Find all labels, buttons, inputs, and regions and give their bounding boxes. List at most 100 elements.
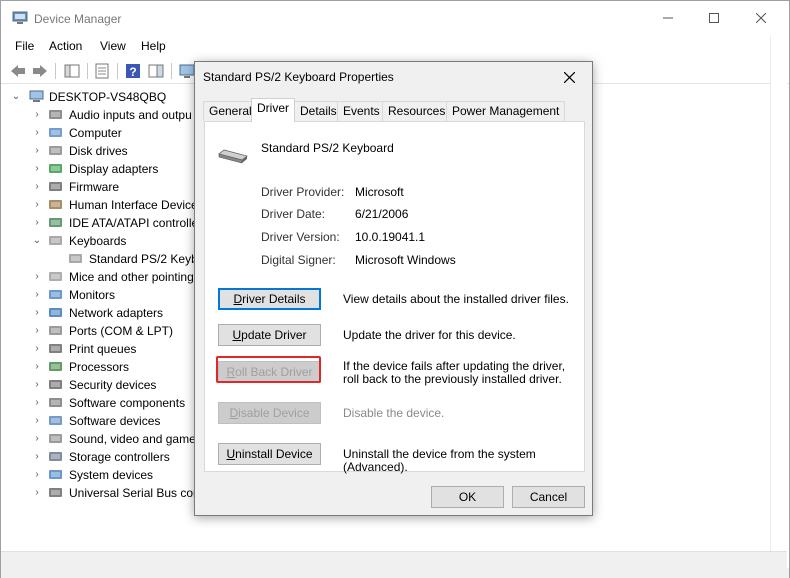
- expand-chevron-icon[interactable]: ›: [32, 181, 42, 193]
- expand-chevron-icon[interactable]: ›: [32, 217, 42, 229]
- tree-category[interactable]: › Audio inputs and outpu: [1, 106, 197, 124]
- update-driver-button[interactable]: Update Driver: [218, 324, 321, 346]
- tree-root[interactable]: ⌄ DESKTOP-VS48QBQ: [1, 88, 201, 106]
- tree-item-label: Print queues: [69, 342, 137, 356]
- expand-chevron-icon[interactable]: ›: [32, 361, 42, 373]
- tree-category[interactable]: › Ports (COM & LPT): [1, 322, 197, 340]
- tree-item-label: Disk drives: [69, 144, 128, 158]
- expand-chevron-icon[interactable]: ›: [32, 415, 42, 427]
- ok-button[interactable]: OK: [431, 486, 504, 508]
- driver-details-button[interactable]: Driver Details: [218, 288, 321, 310]
- tree-category[interactable]: ⌄ Keyboards: [1, 232, 197, 250]
- tree-item-label: Universal Serial Bus cont: [69, 486, 197, 500]
- expand-chevron-icon[interactable]: ›: [32, 127, 42, 139]
- minimize-button[interactable]: [645, 1, 691, 35]
- tree-item-label: Firmware: [69, 180, 119, 194]
- horizontal-scrollbar[interactable]: [1, 551, 787, 568]
- tree-category[interactable]: › Computer: [1, 124, 197, 142]
- expand-chevron-icon[interactable]: ›: [32, 451, 42, 463]
- tree-item-label: Audio inputs and outpu: [69, 108, 192, 122]
- dialog-title: Standard PS/2 Keyboard Properties: [203, 70, 394, 84]
- collapse-chevron-icon[interactable]: ⌄: [32, 235, 42, 247]
- expand-chevron-icon[interactable]: ›: [32, 199, 42, 211]
- tree-category[interactable]: › Human Interface Device: [1, 196, 197, 214]
- software-component-icon: [49, 398, 62, 407]
- tree-category[interactable]: › Display adapters: [1, 160, 197, 178]
- tree-category[interactable]: › Network adapters: [1, 304, 197, 322]
- mouse-icon: [49, 272, 62, 281]
- toolbar-separator: [171, 63, 172, 79]
- hid-icon: [49, 200, 62, 209]
- expand-chevron-icon[interactable]: ›: [32, 271, 42, 283]
- vertical-scrollbar[interactable]: [770, 35, 787, 551]
- sound-icon: [49, 434, 62, 443]
- tab-driver[interactable]: Driver: [251, 98, 295, 122]
- tab-events[interactable]: Events: [337, 101, 386, 121]
- tree-child-item[interactable]: Standard PS/2 Keybo: [1, 250, 197, 268]
- expand-chevron-icon[interactable]: ›: [32, 163, 42, 175]
- tree-item-label: Computer: [69, 126, 122, 140]
- disable-device-button[interactable]: Disable Device: [218, 402, 321, 424]
- tree-item-label: Software devices: [69, 414, 161, 428]
- menu-action[interactable]: Action: [49, 39, 82, 53]
- tree-category[interactable]: › Print queues: [1, 340, 197, 358]
- menu-file[interactable]: File: [15, 39, 34, 53]
- tree-category[interactable]: › Mice and other pointing: [1, 268, 197, 286]
- driver-date-value: 6/21/2006: [355, 207, 409, 221]
- tab-details[interactable]: Details: [294, 101, 343, 121]
- tree-item-label: Human Interface Device: [69, 198, 197, 212]
- show-hide-tree-icon[interactable]: [63, 62, 81, 80]
- tree-category[interactable]: › System devices: [1, 466, 197, 484]
- tab-power-management[interactable]: Power Management: [446, 101, 566, 121]
- tree-category[interactable]: › Security devices: [1, 376, 197, 394]
- menu-view[interactable]: View: [100, 39, 126, 53]
- tree-category[interactable]: › Universal Serial Bus cont: [1, 484, 197, 502]
- maximize-button[interactable]: [691, 1, 737, 35]
- forward-arrow-icon[interactable]: [31, 62, 49, 80]
- collapse-chevron-icon[interactable]: ⌄: [11, 91, 21, 103]
- tree-item-label: Storage controllers: [69, 450, 170, 464]
- dialog-close-button[interactable]: [560, 68, 578, 86]
- back-arrow-icon[interactable]: [9, 62, 27, 80]
- expand-chevron-icon[interactable]: ›: [32, 343, 42, 355]
- tree-category[interactable]: › Processors: [1, 358, 197, 376]
- svg-text:?: ?: [129, 65, 136, 79]
- menu-help[interactable]: Help: [141, 39, 166, 53]
- toolbar-separator: [55, 63, 56, 79]
- expand-chevron-icon[interactable]: ›: [32, 109, 42, 121]
- tab-general[interactable]: General: [203, 101, 258, 121]
- tree-item-label: Keyboards: [69, 234, 127, 248]
- driver-tab-panel: Standard PS/2 Keyboard Driver Provider: …: [204, 121, 585, 474]
- expand-chevron-icon[interactable]: ›: [32, 145, 42, 157]
- speaker-icon: [49, 110, 62, 119]
- close-button[interactable]: [738, 1, 784, 35]
- expand-chevron-icon[interactable]: ›: [32, 469, 42, 481]
- expand-chevron-icon[interactable]: ›: [32, 289, 42, 301]
- tree-category[interactable]: › Software devices: [1, 412, 197, 430]
- expand-chevron-icon[interactable]: ›: [32, 325, 42, 337]
- expand-chevron-icon[interactable]: ›: [32, 487, 42, 499]
- tree-category[interactable]: › Firmware: [1, 178, 197, 196]
- cancel-button[interactable]: Cancel: [512, 486, 585, 508]
- tree-category[interactable]: › Monitors: [1, 286, 197, 304]
- keyboard-icon: [69, 254, 82, 263]
- usb-icon: [49, 488, 62, 497]
- tree-category[interactable]: › Software components: [1, 394, 197, 412]
- roll-back-driver-description: If the device fails after updating the d…: [343, 359, 566, 386]
- tab-resources[interactable]: Resources: [382, 101, 452, 121]
- help-icon[interactable]: ?: [124, 62, 142, 80]
- expand-chevron-icon[interactable]: ›: [32, 433, 42, 445]
- tree-category[interactable]: › Sound, video and game: [1, 430, 197, 448]
- tree-category[interactable]: › Storage controllers: [1, 448, 197, 466]
- tree-item-label: Standard PS/2 Keybo: [89, 252, 197, 266]
- tree-item-label: Security devices: [69, 378, 157, 392]
- software-device-icon: [49, 416, 62, 425]
- expand-chevron-icon[interactable]: ›: [32, 397, 42, 409]
- expand-chevron-icon[interactable]: ›: [32, 379, 42, 391]
- properties-icon[interactable]: [93, 62, 111, 80]
- expand-chevron-icon[interactable]: ›: [32, 307, 42, 319]
- uninstall-device-button[interactable]: Uninstall Device: [218, 443, 321, 465]
- tree-category[interactable]: › Disk drives: [1, 142, 197, 160]
- tree-category[interactable]: › IDE ATA/ATAPI controlle: [1, 214, 197, 232]
- action-pane-icon[interactable]: [147, 62, 165, 80]
